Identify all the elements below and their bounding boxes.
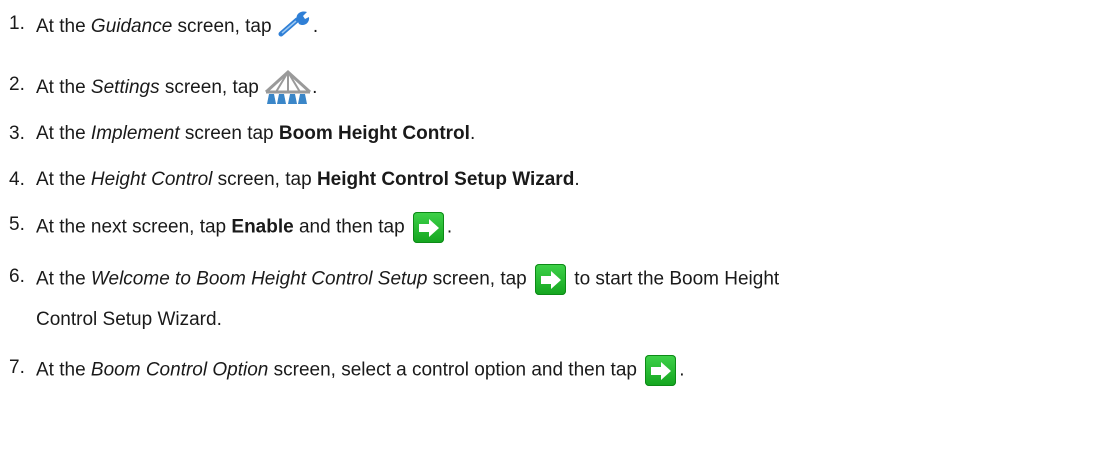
step-text: . [679,359,685,381]
step-number: 5. [9,213,25,235]
step-number: 7. [9,356,25,378]
step-text: At the next screen, tap [36,216,232,238]
screen-name: Implement [90,123,180,144]
step-text: At the [36,77,91,99]
step-text: . [469,123,476,144]
next-arrow-icon[interactable] [535,264,567,295]
step-number: 2. [9,74,25,96]
step-text: to start the Boom Height [569,268,780,290]
next-arrow-icon[interactable] [645,355,677,386]
step-text: . [446,216,453,238]
step-1: 1. At the Guidance screen, tap . [9,8,318,46]
screen-name: Settings [90,77,160,99]
step-text: . [312,16,319,38]
screen-name: Height Control [90,169,213,190]
step-number: 3. [9,123,25,144]
step-3: 3. At the Implement screen tap Boom Heigh… [9,121,475,147]
step-text: screen, tap [427,268,533,290]
button-name: Height Control Setup Wizard [316,169,575,190]
step-5: 5. At the next screen, tap Enable and the… [9,212,452,243]
step-text: At the [36,123,91,144]
step-6: 6. At the Welcome to Boom Height Control … [9,264,779,295]
screen-name: Boom Control Option [90,359,269,381]
step-number: 4. [9,169,25,190]
step-text: screen, tap [212,169,317,190]
wrench-icon[interactable] [277,8,313,46]
step-text: screen, tap [172,16,277,38]
step-2: 2. At the Settings screen, tap . [9,58,317,118]
screen-name: Welcome to Boom Height Control Setup [90,268,428,290]
screen-name: Guidance [90,16,173,38]
step-6-continuation: Control Setup Wizard. [36,309,222,330]
step-4: 4. At the Height Control screen, tap Heig… [9,167,580,193]
step-number: 6. [9,265,25,287]
step-text: At the [36,268,91,290]
step-text: screen, tap [159,77,265,99]
step-7: 7. At the Boom Control Option screen, sel… [9,355,685,386]
step-text: and then tap [293,216,410,238]
step-number: 1. [9,13,25,35]
button-name: Boom Height Control [278,123,470,144]
button-name: Enable [231,216,294,238]
step-text: At the [36,359,91,381]
boom-implement-icon[interactable] [264,68,312,118]
step-text: screen, select a control option and then… [268,359,643,381]
step-text: At the [36,16,91,38]
step-text: At the [36,169,91,190]
step-text: . [574,169,580,190]
next-arrow-icon[interactable] [412,212,444,243]
step-text: screen tap [179,123,279,144]
step-text: . [312,77,318,99]
